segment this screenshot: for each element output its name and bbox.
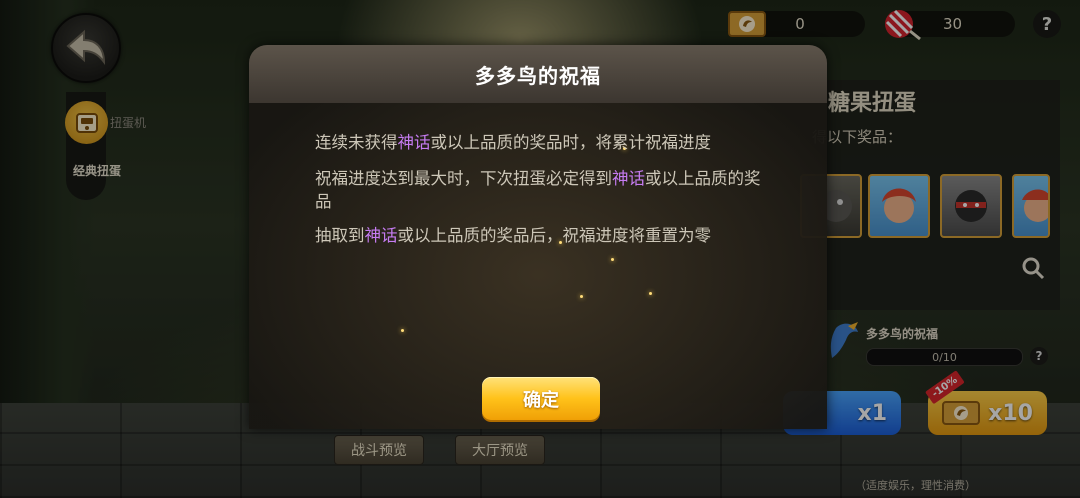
dialog-header: 多多鸟的祝福 (249, 45, 827, 103)
sparkle (580, 295, 583, 298)
dialog-body: 连续未获得神话或以上品质的奖品时，将累计祝福进度 祝福进度达到最大时，下次扭蛋必… (315, 131, 765, 260)
sparkle (649, 292, 652, 295)
rule-text: 祝福进度达到最大时，下次扭蛋必定得到 (315, 169, 612, 188)
rule-text: 抽取到 (315, 226, 365, 245)
sparkle (401, 329, 404, 332)
mythic-highlight: 神话 (397, 133, 431, 152)
rule-text: 或以上品质的奖品后，祝福进度将重置为零 (397, 226, 712, 245)
blessing-info-dialog: 多多鸟的祝福 连续未获得神话或以上品质的奖品时，将累计祝福进度 祝福进度达到最大… (249, 45, 827, 429)
dialog-title: 多多鸟的祝福 (475, 63, 601, 88)
confirm-button[interactable]: 确定 (482, 377, 600, 420)
rule-paragraph-2: 祝福进度达到最大时，下次扭蛋必定得到神话或以上品质的奖品 (315, 167, 765, 213)
rule-paragraph-3: 抽取到神话或以上品质的奖品后，祝福进度将重置为零 (315, 224, 765, 247)
rule-text: 或以上品质的奖品时，将累计祝福进度 (430, 133, 712, 152)
rule-text: 连续未获得 (315, 133, 398, 152)
mythic-highlight: 神话 (612, 169, 645, 188)
mythic-highlight: 神话 (364, 226, 398, 245)
rule-paragraph-1: 连续未获得神话或以上品质的奖品时，将累计祝福进度 (315, 131, 765, 154)
